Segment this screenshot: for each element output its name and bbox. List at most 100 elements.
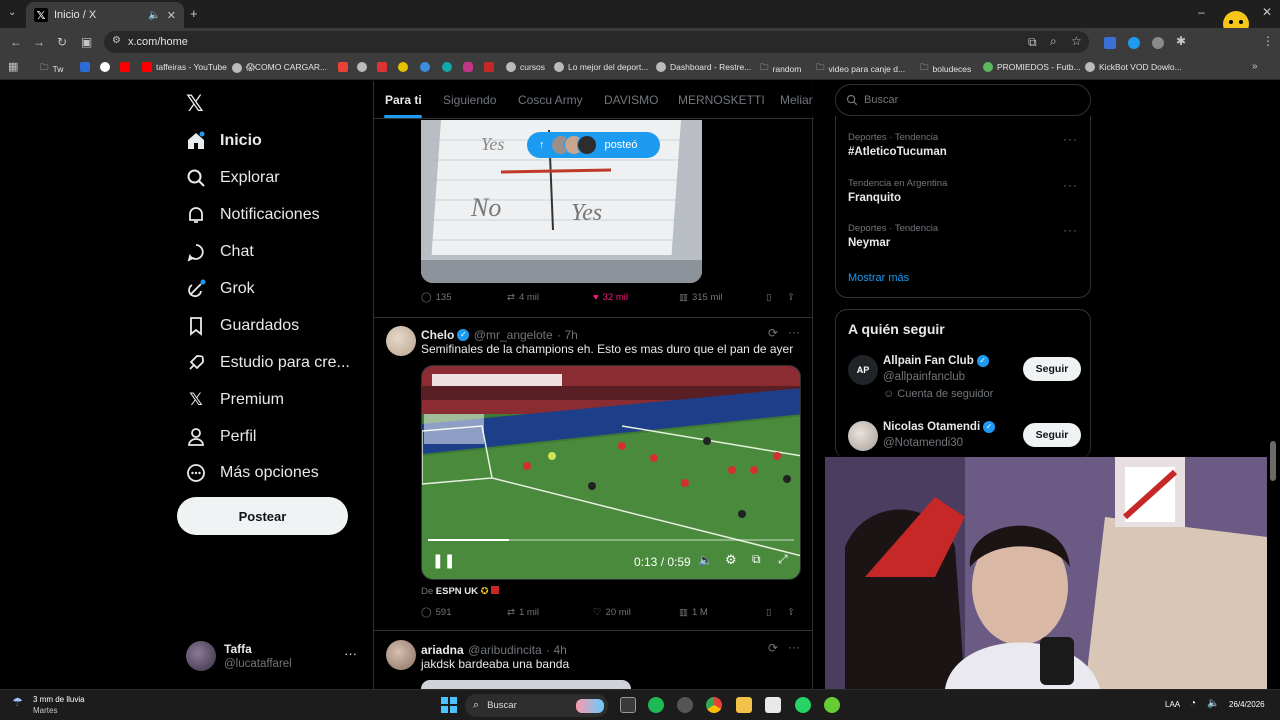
- nav-grok[interactable]: Grok: [186, 279, 255, 299]
- video-player[interactable]: ❚❚ 0:13 / 0:59 🔈 ⚙ ⧉ ⤢: [421, 365, 801, 580]
- window-close-icon[interactable]: ✕: [1262, 5, 1272, 19]
- extension-translate-icon[interactable]: [1104, 37, 1116, 49]
- input-language[interactable]: LAA: [1165, 700, 1180, 709]
- new-posts-pill[interactable]: ↑ posteó: [527, 132, 660, 158]
- bookmark-video-canje[interactable]: 🗀 video para canje d...: [816, 62, 905, 76]
- bookmark-tweet-button[interactable]: ▯: [766, 292, 771, 303]
- browser-menu-icon[interactable]: ⋮: [1262, 34, 1274, 48]
- bookmark-kickbot[interactable]: KickBot VOD Dowlo...: [1085, 62, 1182, 72]
- tab-davismo[interactable]: DAVISMO: [604, 93, 658, 107]
- search-input[interactable]: [864, 94, 1064, 106]
- tab-audio-icon[interactable]: 🔈: [148, 10, 160, 21]
- views-button[interactable]: ▥ 1 M: [679, 607, 708, 618]
- browser-tab-active[interactable]: 𝕏 Inicio / X 🔈 ✕: [26, 2, 184, 28]
- avatar[interactable]: AP: [848, 355, 878, 385]
- bookmark-globe-icon[interactable]: [357, 62, 367, 72]
- nav-premium[interactable]: 𝕏 Premium: [186, 390, 284, 410]
- more-icon[interactable]: ···: [1063, 223, 1078, 237]
- nav-chat[interactable]: Chat: [186, 242, 254, 262]
- avatar[interactable]: [386, 640, 416, 670]
- tweet-time[interactable]: · 4h: [546, 643, 567, 657]
- extension-gray-icon[interactable]: [1152, 37, 1164, 49]
- bookmark-red-icon[interactable]: [377, 62, 387, 72]
- video-progress-track[interactable]: [428, 539, 794, 541]
- avatar[interactable]: [386, 326, 416, 356]
- spotify-icon[interactable]: [648, 697, 664, 713]
- bookmark-como-cargar[interactable]: 😱COMO CARGAR...: [232, 62, 327, 73]
- bookmark-gmail-icon[interactable]: [338, 62, 348, 72]
- whatsapp-icon[interactable]: [795, 697, 811, 713]
- pip-icon[interactable]: ⧉: [752, 552, 761, 567]
- task-view-icon[interactable]: [620, 697, 636, 713]
- app-green-icon[interactable]: [824, 697, 840, 713]
- zoom-icon[interactable]: ⌕: [1050, 34, 1057, 49]
- like-button[interactable]: ♥ 32 mil: [593, 292, 628, 303]
- wifi-icon[interactable]: ◔: [1190, 698, 1196, 709]
- url-input[interactable]: ⚙ x.com/home: [104, 31, 1089, 53]
- nav-mas-opciones[interactable]: Más opciones: [186, 463, 319, 483]
- bookmark-dashboard[interactable]: Dashboard - Restre...: [656, 62, 751, 72]
- search-box[interactable]: [835, 84, 1091, 116]
- nav-inicio[interactable]: Inicio: [186, 131, 262, 151]
- more-icon[interactable]: ···: [1063, 178, 1078, 192]
- post-button[interactable]: Postear: [177, 497, 348, 535]
- retweet-button[interactable]: ⇄ 4 mil: [507, 292, 539, 303]
- apps-grid-icon[interactable]: ▦: [8, 60, 18, 73]
- grok-action-icon[interactable]: ⟳: [768, 641, 778, 655]
- settings-icon[interactable]: ⚙: [725, 552, 737, 568]
- fullscreen-icon[interactable]: ⤢: [778, 552, 788, 567]
- author-handle[interactable]: @aribudincita: [468, 643, 542, 657]
- nav-notificaciones[interactable]: Notificaciones: [186, 205, 320, 225]
- bookmark-promiedos[interactable]: PROMIEDOS - Futb...: [983, 62, 1081, 72]
- author-name[interactable]: ariadna: [421, 643, 464, 657]
- install-icon[interactable]: ⧉: [1028, 35, 1037, 50]
- views-button[interactable]: ▥ 315 mil: [679, 292, 723, 303]
- bookmark-cursos[interactable]: cursos: [506, 62, 545, 72]
- new-tab-icon[interactable]: +: [190, 6, 198, 21]
- bookmark-twitch-icon[interactable]: [80, 62, 90, 72]
- bookmark-shield-icon[interactable]: [484, 62, 494, 72]
- store-icon[interactable]: [765, 697, 781, 713]
- bookmark-taffeiras[interactable]: taffeiras - YouTube: [142, 62, 227, 72]
- tab-close-icon[interactable]: ✕: [167, 9, 176, 22]
- tab-meliar[interactable]: Meliar: [780, 93, 813, 107]
- bookmark-yellow-icon[interactable]: [398, 62, 408, 72]
- extensions-puzzle-icon[interactable]: ✱: [1176, 34, 1186, 48]
- file-explorer-icon[interactable]: [736, 697, 752, 713]
- retweet-button[interactable]: ⇄ 1 mil: [507, 607, 539, 618]
- follow-button[interactable]: Seguir: [1023, 423, 1081, 447]
- nav-explorar[interactable]: Explorar: [186, 168, 280, 188]
- follow-name[interactable]: Nicolas Otamendi ✓: [883, 421, 996, 433]
- weather-title[interactable]: 3 mm de lluvia: [33, 695, 85, 704]
- bookmark-tiktok-icon[interactable]: [100, 62, 110, 72]
- chrome-icon[interactable]: [706, 697, 722, 713]
- bookmarks-overflow-icon[interactable]: »: [1252, 61, 1258, 72]
- extension-blue-icon[interactable]: [1128, 37, 1140, 49]
- like-button[interactable]: ♡ 20 mil: [593, 607, 631, 618]
- share-button[interactable]: ⇪: [787, 607, 795, 618]
- bookmark-instagram-icon[interactable]: [463, 62, 473, 72]
- x-logo-icon[interactable]: 𝕏: [186, 91, 204, 117]
- tab-coscu-army[interactable]: Coscu Army: [518, 93, 583, 107]
- tweet-time[interactable]: · 7h: [557, 328, 578, 342]
- bookmark-tw[interactable]: 🗀 Tw: [40, 62, 63, 76]
- page-scrollbar-thumb[interactable]: [1270, 441, 1276, 481]
- minimize-icon[interactable]: –: [1198, 5, 1205, 19]
- pause-icon[interactable]: ❚❚: [432, 552, 455, 569]
- bookmark-lo-mejor[interactable]: Lo mejor del deport...: [554, 62, 648, 72]
- reply-button[interactable]: ◯ 591: [421, 607, 452, 618]
- avatar[interactable]: [848, 421, 878, 451]
- nav-perfil[interactable]: Perfil: [186, 427, 256, 447]
- source-link[interactable]: ESPN UK: [436, 586, 478, 597]
- follow-handle[interactable]: @Notamendi30: [883, 437, 963, 449]
- windows-start-icon[interactable]: [441, 697, 457, 713]
- follow-name[interactable]: Allpain Fan Club ✓: [883, 355, 989, 367]
- reload-icon[interactable]: ↻: [57, 35, 67, 49]
- app-icon[interactable]: [677, 697, 693, 713]
- tweet-image[interactable]: [421, 680, 631, 689]
- bookmark-tweet-button[interactable]: ▯: [766, 607, 771, 618]
- bookmark-random[interactable]: 🗀 random: [760, 62, 801, 76]
- author-name[interactable]: Chelo: [421, 328, 454, 342]
- site-info-icon[interactable]: ⚙: [112, 35, 121, 46]
- more-icon[interactable]: ···: [1063, 132, 1078, 146]
